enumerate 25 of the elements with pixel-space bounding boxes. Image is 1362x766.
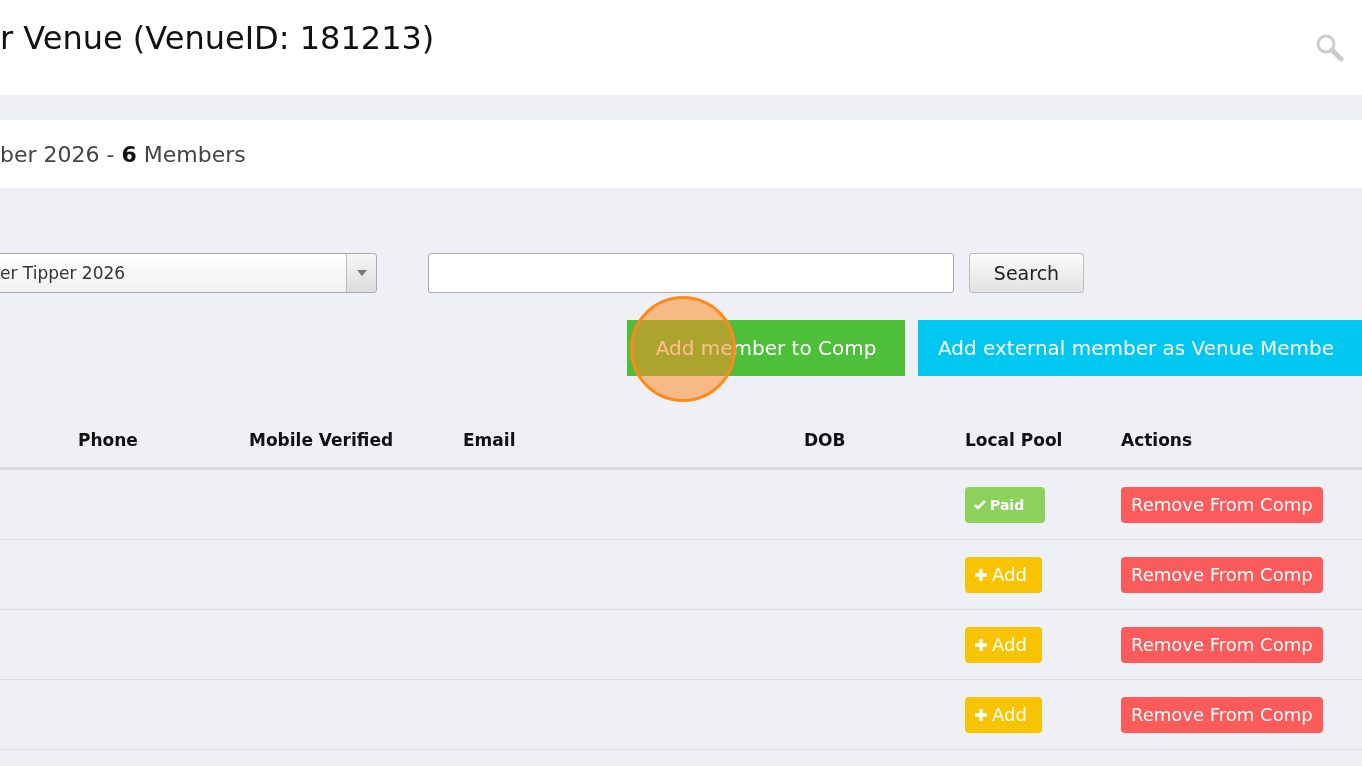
column-header: Phone xyxy=(78,429,138,450)
search-button[interactable]: Search xyxy=(969,253,1084,293)
column-header: Email xyxy=(463,429,516,450)
add-to-pool-button[interactable]: Add xyxy=(965,556,1042,593)
plus-icon xyxy=(974,637,988,652)
add-to-pool-button[interactable]: Add xyxy=(965,696,1042,733)
caret-icon xyxy=(356,270,367,276)
column-header: DOB xyxy=(804,429,846,450)
page-title: r Venue (VenueID: 181213) xyxy=(0,18,435,57)
competition-select[interactable]: er Tipper 2026 xyxy=(0,253,377,293)
plus-icon xyxy=(974,567,988,582)
column-header: Actions xyxy=(1121,429,1193,450)
add-external-member-button[interactable]: Add external member as Venue Membe xyxy=(918,320,1362,376)
paid-badge[interactable]: Paid xyxy=(965,486,1045,523)
plus-icon xyxy=(974,707,988,722)
remove-from-comp-button[interactable]: Remove From Comp xyxy=(1121,626,1323,663)
add-to-pool-button[interactable]: Add xyxy=(965,626,1042,663)
check-icon xyxy=(974,499,986,510)
member-count-heading: ber 2026 - 6 Members xyxy=(0,141,246,167)
remove-from-comp-button[interactable]: Remove From Comp xyxy=(1121,696,1323,733)
column-header: Local Pool xyxy=(965,429,1063,450)
column-header: Mobile Verified xyxy=(249,429,394,450)
search-field[interactable] xyxy=(428,253,954,293)
remove-from-comp-button[interactable]: Remove From Comp xyxy=(1121,556,1323,593)
remove-from-comp-button[interactable]: Remove From Comp xyxy=(1121,486,1323,523)
